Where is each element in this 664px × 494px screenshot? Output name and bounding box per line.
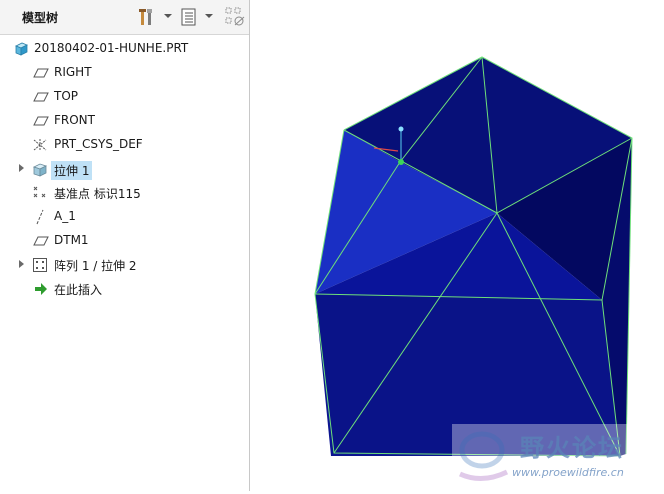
tree-item-label: 在此插入 <box>54 283 103 297</box>
insert-here-arrow-icon <box>33 281 49 297</box>
tree-columns-icon[interactable] <box>180 6 198 28</box>
extrude-icon <box>32 161 48 177</box>
graphics-viewport[interactable] <box>250 0 664 491</box>
coordinate-system-icon <box>32 137 48 153</box>
pattern-icon <box>32 257 48 273</box>
tree-item-front-plane[interactable]: FRONT <box>0 109 249 131</box>
3d-model-view[interactable] <box>250 0 664 491</box>
tree-columns-dropdown-chevron-icon[interactable] <box>205 14 213 18</box>
tree-item-axis[interactable]: A_1 <box>0 205 249 227</box>
model-tree-title: 模型树 <box>22 11 59 25</box>
tree-item-pattern[interactable]: 阵列 1 / 拉伸 2 <box>0 253 249 275</box>
tree-item-label: 20180402-01-HUNHE.PRT <box>34 41 189 55</box>
expand-arrow-icon[interactable] <box>19 260 24 268</box>
settings-tools-icon[interactable] <box>137 6 157 28</box>
tree-item-right-plane[interactable]: RIGHT <box>0 61 249 83</box>
datum-plane-icon <box>33 113 49 129</box>
tree-item-part[interactable]: 20180402-01-HUNHE.PRT <box>0 37 249 59</box>
tree-item-label: RIGHT <box>54 65 92 79</box>
expand-arrow-icon[interactable] <box>19 164 24 172</box>
tree-item-csys[interactable]: PRT_CSYS_DEF <box>0 133 249 155</box>
tree-item-label: DTM1 <box>54 233 89 247</box>
tree-item-label: PRT_CSYS_DEF <box>54 137 143 151</box>
tree-item-label: 阵列 1 / 拉伸 2 <box>54 259 137 273</box>
settings-dropdown-chevron-icon[interactable] <box>164 14 172 18</box>
tree-item-datum-point[interactable]: 基准点 标识115 <box>0 181 249 203</box>
datum-point-icon <box>32 185 48 201</box>
tree-item-insert-here[interactable]: 在此插入 <box>0 277 249 299</box>
datum-point-dot <box>398 159 404 165</box>
model-tree-panel: 模型树 20180402-01-HUNHE.PRT RIGHT TOP FRON… <box>0 0 250 491</box>
tree-item-label: TOP <box>54 89 79 103</box>
axis-end-point <box>398 126 404 132</box>
tree-item-top-plane[interactable]: TOP <box>0 85 249 107</box>
datum-plane-icon <box>33 233 49 249</box>
datum-axis-icon <box>32 209 48 225</box>
part-icon <box>13 41 29 57</box>
datum-plane-icon <box>33 65 49 81</box>
model-tree-header: 模型树 <box>0 0 249 35</box>
tree-item-label: A_1 <box>54 209 76 223</box>
tree-item-label: 基准点 标识115 <box>54 187 141 201</box>
filter-display-icon[interactable] <box>224 6 246 28</box>
datum-plane-icon <box>33 89 49 105</box>
tree-item-label: FRONT <box>54 113 95 127</box>
tree-item-label: 拉伸 1 <box>51 161 93 180</box>
watermark-url: www.proewildfire.cn <box>512 466 624 479</box>
solid-model[interactable] <box>314 56 633 457</box>
watermark-text: 野火论坛 <box>520 434 624 462</box>
tree-item-dtm1[interactable]: DTM1 <box>0 229 249 251</box>
tree-item-extrude-1[interactable]: 拉伸 1 <box>0 157 249 180</box>
